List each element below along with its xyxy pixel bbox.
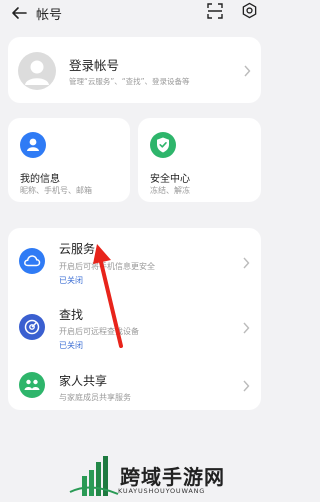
radar-icon [19, 314, 45, 340]
security-center-title: 安全中心 [150, 174, 190, 185]
watermark-text: 跨域手游网 [120, 465, 225, 489]
family-share-row[interactable]: 家人共享 与家庭成员共享服务 [8, 362, 261, 410]
person-icon [20, 132, 46, 158]
family-share-subtitle: 与家庭成员共享服务 [59, 393, 131, 402]
arrow-left-icon[interactable] [10, 4, 28, 22]
find-device-title: 查找 [59, 308, 84, 322]
my-info-title: 我的信息 [20, 174, 60, 185]
cloud-service-subtitle: 开启后可将手机信息更安全 [59, 262, 155, 271]
page-title: 帐号 [36, 8, 63, 23]
find-device-row[interactable]: 查找 开启后可远程查找设备 已关闭 [8, 300, 261, 356]
scan-icon[interactable] [207, 3, 223, 19]
find-device-status: 已关闭 [59, 341, 83, 350]
avatar [18, 52, 56, 90]
top-bar: 帐号 [0, 0, 267, 28]
watermark-subtext: KUAYUSHOUYOUWANG [118, 487, 206, 495]
login-subtitle: 管理“云服务”、“查找”、登录设备等 [69, 77, 190, 86]
login-card[interactable]: 登录帐号 管理“云服务”、“查找”、登录设备等 [8, 37, 261, 103]
cloud-service-status: 已关闭 [59, 276, 83, 285]
find-device-subtitle: 开启后可远程查找设备 [59, 327, 139, 336]
cloud-service-row[interactable]: 云服务 开启后可将手机信息更安全 已关闭 [8, 228, 261, 292]
chevron-right-icon [244, 65, 251, 77]
my-info-card[interactable]: 我的信息 昵称、手机号、邮箱 [8, 118, 130, 202]
family-share-title: 家人共享 [59, 374, 108, 388]
chevron-right-icon [243, 322, 250, 334]
security-center-subtitle: 冻结、解冻 [150, 186, 190, 195]
cloud-service-title: 云服务 [59, 242, 96, 256]
person-icon [25, 60, 49, 85]
chevron-right-icon [243, 257, 250, 269]
login-title: 登录帐号 [69, 58, 120, 73]
cloud-icon [19, 248, 45, 274]
my-info-subtitle: 昵称、手机号、邮箱 [20, 186, 92, 195]
shield-check-icon [150, 132, 176, 158]
services-list: 云服务 开启后可将手机信息更安全 已关闭 查找 开启后可远程查找设备 已关闭 家… [8, 228, 261, 410]
gear-icon[interactable] [241, 2, 258, 19]
chevron-right-icon [243, 380, 250, 392]
security-center-card[interactable]: 安全中心 冻结、解冻 [138, 118, 261, 202]
family-icon [19, 372, 45, 398]
